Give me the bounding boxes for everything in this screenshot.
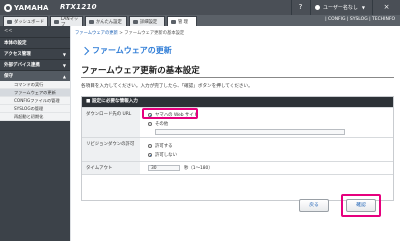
tab-label: かんたん設定 — [96, 19, 122, 25]
download-url-options: ヤマハの Web サイト その他 — [142, 108, 393, 137]
confirm-highlight-box — [341, 194, 381, 217]
dashboard-icon — [7, 19, 12, 24]
sidebar-item-label: 外部デバイス連携 — [4, 63, 40, 68]
radio-other[interactable]: その他 — [148, 121, 168, 127]
chevron-right-icon — [80, 46, 90, 55]
sidebar-subitem-reboot-init[interactable]: 再起動と初期化 — [0, 113, 70, 121]
user-name: ユーザー名なし — [323, 5, 358, 11]
user-icon — [315, 5, 320, 10]
gear-icon — [133, 19, 138, 24]
instruction-text: 各項目を入力してください。入力が完了したら、「確認」ボタンを押してください。 — [81, 84, 253, 89]
radio-label: その他 — [155, 122, 169, 127]
top-bar: YAMAHA RTX1210 ? ユーザー名なし ▼ × — [0, 0, 400, 15]
radio-unchecked-icon — [148, 144, 152, 148]
tab-bar: ダッシュボード LANマップ かんたん設定 詳細設定 管 理 | CONFIG … — [0, 15, 400, 28]
breadcrumb-link[interactable]: ファームウェアの更新 — [75, 31, 118, 36]
tab-advanced-settings[interactable]: 詳細設定 — [129, 16, 165, 26]
main-panel: ファームウェアの更新 > ファームウェア更新の基本設定 ファームウェアの更新 フ… — [71, 26, 400, 241]
sidebar-item-label: 本体の設定 — [4, 41, 27, 46]
sidebar-item-device-settings[interactable]: 本体の設定 — [0, 37, 70, 48]
brand-name: YAMAHA — [14, 3, 49, 12]
radio-checked-icon — [148, 153, 152, 157]
model-name: RTX1210 — [60, 3, 97, 11]
sidebar: << 本体の設定 アクセス管理 ▼ 外部デバイス連携 ▼ 保守 ▲ コマンドの実… — [0, 26, 70, 241]
lan-map-icon — [54, 19, 59, 24]
radio-label: 許可しない — [155, 153, 177, 158]
highlight-box — [142, 108, 198, 119]
sidebar-subitem-config-file[interactable]: CONFIGファイルの管理 — [0, 97, 70, 105]
sidebar-subitem-syslog[interactable]: SYSLOGの管理 — [0, 105, 70, 113]
revision-down-row: リビジョンダウンの許可 許可する 許可しない — [82, 137, 393, 161]
yamaha-logo: YAMAHA — [4, 2, 49, 13]
tuning-fork-icon — [4, 3, 12, 12]
wrench-icon — [171, 19, 176, 24]
sidebar-item-access-management[interactable]: アクセス管理 ▼ — [0, 48, 70, 59]
page-header: ファームウェアの更新 — [80, 45, 172, 56]
chevron-down-icon: ▼ — [361, 5, 365, 10]
chevron-up-icon: ▲ — [62, 73, 66, 79]
tab-label: ダッシュボード — [14, 19, 45, 25]
other-url-input[interactable] — [155, 129, 345, 135]
sidebar-collapse-toggle[interactable]: << — [0, 26, 70, 37]
page-title: ファームウェアの更新 — [92, 46, 172, 55]
tab-easy-setup[interactable]: かんたん設定 — [85, 16, 127, 26]
sidebar-subitem-firmware-update[interactable]: ファームウェアの更新 — [0, 89, 70, 97]
sidebar-item-external-device[interactable]: 外部デバイス連携 ▼ — [0, 59, 70, 70]
timeout-unit: 秒（1〜180） — [184, 166, 213, 171]
timeout-input[interactable]: 30 — [148, 165, 180, 171]
tab-lan-map[interactable]: LANマップ — [50, 16, 83, 28]
back-button[interactable]: 戻る — [299, 199, 329, 212]
sidebar-item-label: 保守 — [4, 74, 13, 79]
download-url-label: ダウンロード先の URL — [82, 108, 140, 137]
easy-setup-icon — [89, 19, 94, 24]
chevron-down-icon: ▼ — [62, 62, 66, 68]
revision-down-options: 許可する 許可しない — [142, 138, 393, 161]
radio-label: 許可する — [155, 144, 173, 149]
radio-allow[interactable]: 許可する — [148, 143, 173, 149]
user-menu[interactable]: ユーザー名なし ▼ — [310, 0, 370, 15]
download-url-row: ダウンロード先の URL ヤマハの Web サイト その他 — [82, 107, 393, 137]
close-button[interactable]: × — [372, 0, 400, 15]
breadcrumb: ファームウェアの更新 > ファームウェア更新の基本設定 — [75, 30, 184, 36]
revision-down-label: リビジョンダウンの許可 — [82, 138, 140, 161]
help-button[interactable]: ? — [291, 0, 309, 15]
divider — [81, 77, 394, 78]
breadcrumb-current: ファームウェア更新の基本設定 — [124, 31, 185, 36]
sidebar-submenu: コマンドの実行 ファームウェアの更新 CONFIGファイルの管理 SYSLOGの… — [0, 81, 70, 121]
sidebar-item-label: アクセス管理 — [4, 52, 31, 57]
timeout-label: タイムアウト — [82, 162, 140, 174]
tab-dashboard[interactable]: ダッシュボード — [3, 16, 48, 26]
sidebar-subitem-command[interactable]: コマンドの実行 — [0, 81, 70, 89]
tab-label: 管 理 — [178, 19, 188, 25]
form-header: ■ 設定に必要な情報入力 — [82, 97, 393, 107]
section-title: ファームウェア更新の基本設定 — [81, 66, 200, 76]
tab-label: 詳細設定 — [140, 19, 158, 25]
tab-management[interactable]: 管 理 — [167, 16, 197, 26]
chevron-down-icon: ▼ — [62, 51, 66, 57]
timeout-row: タイムアウト 30 秒（1〜180） — [82, 161, 393, 174]
config-syslog-techinfo-links[interactable]: | CONFIG | SYSLOG | TECHINFO — [325, 17, 395, 22]
radio-unchecked-icon — [148, 122, 152, 126]
settings-form: ■ 設定に必要な情報入力 ダウンロード先の URL ヤマハの Web サイト そ… — [81, 96, 394, 201]
radio-disallow[interactable]: 許可しない — [148, 152, 177, 158]
timeout-field-group: 30 秒（1〜180） — [142, 162, 393, 174]
sidebar-item-maintenance[interactable]: 保守 ▲ — [0, 70, 70, 81]
